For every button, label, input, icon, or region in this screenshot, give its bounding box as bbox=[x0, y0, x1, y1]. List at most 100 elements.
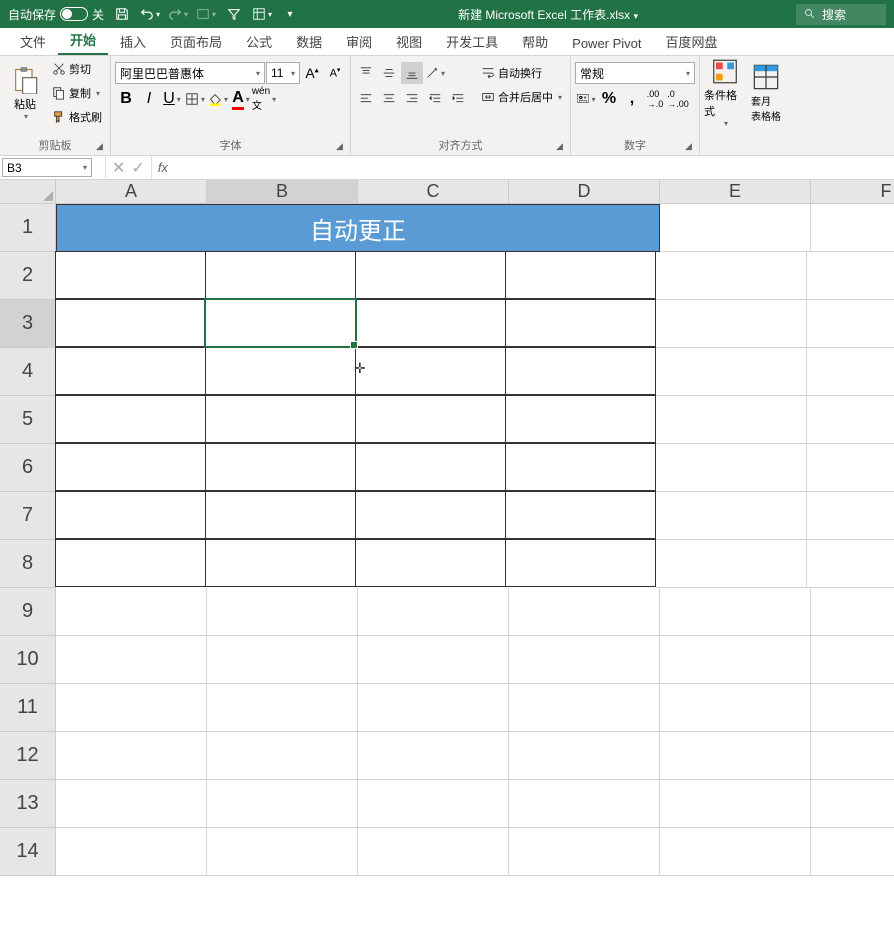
alignment-launcher[interactable]: ◢ bbox=[556, 141, 568, 153]
cell-A12[interactable] bbox=[56, 732, 207, 780]
align-right-button[interactable] bbox=[401, 88, 423, 110]
column-header-F[interactable]: F bbox=[811, 180, 894, 204]
cell-F10[interactable] bbox=[811, 636, 894, 684]
italic-button[interactable]: I bbox=[138, 88, 160, 110]
cell-A5[interactable] bbox=[55, 395, 206, 443]
qat-button-1[interactable]: ▾ bbox=[196, 4, 216, 24]
cell-A4[interactable] bbox=[55, 347, 206, 395]
align-bottom-button[interactable] bbox=[401, 62, 423, 84]
cell-F1[interactable] bbox=[811, 204, 894, 252]
cancel-formula-button[interactable]: ✕ bbox=[112, 158, 125, 178]
row-header-14[interactable]: 14 bbox=[0, 828, 56, 876]
cell-A9[interactable] bbox=[56, 588, 207, 636]
redo-button[interactable]: ▾ bbox=[168, 4, 188, 24]
cell-D13[interactable] bbox=[509, 780, 660, 828]
row-header-2[interactable]: 2 bbox=[0, 252, 56, 300]
cell-E12[interactable] bbox=[660, 732, 811, 780]
column-header-A[interactable]: A bbox=[56, 180, 207, 204]
row-header-7[interactable]: 7 bbox=[0, 492, 56, 540]
cell-F5[interactable] bbox=[807, 396, 894, 444]
decrease-font-button[interactable]: A▾ bbox=[324, 62, 346, 84]
cell-F2[interactable] bbox=[807, 252, 894, 300]
cell-C7[interactable] bbox=[355, 491, 506, 539]
cell-F7[interactable] bbox=[807, 492, 894, 540]
increase-indent-button[interactable] bbox=[447, 88, 469, 110]
cell-E8[interactable] bbox=[656, 540, 807, 588]
tab-review[interactable]: 审阅 bbox=[334, 28, 384, 55]
merged-title-cell[interactable]: 自动更正 bbox=[56, 204, 660, 252]
fx-icon[interactable]: fx bbox=[152, 156, 168, 179]
number-format-combo[interactable]: 常规▾ bbox=[575, 62, 695, 84]
cell-F4[interactable] bbox=[807, 348, 894, 396]
cell-E6[interactable] bbox=[656, 444, 807, 492]
cell-C6[interactable] bbox=[355, 443, 506, 491]
percent-button[interactable]: % bbox=[598, 88, 620, 110]
tab-page-layout[interactable]: 页面布局 bbox=[158, 28, 234, 55]
search-input[interactable]: 搜索 bbox=[796, 4, 886, 25]
row-header-3[interactable]: 3 bbox=[0, 300, 56, 348]
tab-formulas[interactable]: 公式 bbox=[234, 28, 284, 55]
cell-E3[interactable] bbox=[656, 300, 807, 348]
cell-C13[interactable] bbox=[358, 780, 509, 828]
border-button[interactable]: ▾ bbox=[184, 88, 206, 110]
row-header-5[interactable]: 5 bbox=[0, 396, 56, 444]
bold-button[interactable]: B bbox=[115, 88, 137, 110]
cell-D5[interactable] bbox=[505, 395, 656, 443]
cell-F11[interactable] bbox=[811, 684, 894, 732]
cell-E2[interactable] bbox=[656, 252, 807, 300]
qat-customize-button[interactable]: ▾ bbox=[280, 4, 300, 24]
column-header-C[interactable]: C bbox=[358, 180, 509, 204]
cell-B5[interactable] bbox=[205, 395, 356, 443]
phonetic-button[interactable]: wén文▾ bbox=[253, 88, 275, 110]
row-header-6[interactable]: 6 bbox=[0, 444, 56, 492]
cell-E10[interactable] bbox=[660, 636, 811, 684]
paste-button[interactable]: 粘贴▾ bbox=[4, 58, 46, 128]
tab-data[interactable]: 数据 bbox=[284, 28, 334, 55]
cell-E14[interactable] bbox=[660, 828, 811, 876]
cell-C14[interactable] bbox=[358, 828, 509, 876]
comma-button[interactable]: , bbox=[621, 88, 643, 110]
cell-E11[interactable] bbox=[660, 684, 811, 732]
cell-E4[interactable] bbox=[656, 348, 807, 396]
cell-D7[interactable] bbox=[505, 491, 656, 539]
cell-B4[interactable] bbox=[205, 347, 356, 395]
autosave-toggle[interactable]: 自动保存 关 bbox=[8, 6, 104, 23]
tab-help[interactable]: 帮助 bbox=[510, 28, 560, 55]
tab-developer[interactable]: 开发工具 bbox=[434, 28, 510, 55]
cell-F6[interactable] bbox=[807, 444, 894, 492]
filter-icon[interactable] bbox=[224, 4, 244, 24]
column-header-D[interactable]: D bbox=[509, 180, 660, 204]
cell-C5[interactable] bbox=[355, 395, 506, 443]
wrap-text-button[interactable]: 自动换行 bbox=[477, 62, 566, 84]
cell-D11[interactable] bbox=[509, 684, 660, 732]
format-table-button[interactable]: 套月 表格格 bbox=[748, 58, 784, 128]
cell-F3[interactable] bbox=[807, 300, 894, 348]
cell-B7[interactable] bbox=[205, 491, 356, 539]
cell-D8[interactable] bbox=[505, 539, 656, 587]
formula-input[interactable] bbox=[168, 156, 894, 179]
merge-center-button[interactable]: 合并后居中▾ bbox=[477, 86, 566, 108]
cell-C11[interactable] bbox=[358, 684, 509, 732]
font-launcher[interactable]: ◢ bbox=[336, 141, 348, 153]
cell-A11[interactable] bbox=[56, 684, 207, 732]
increase-decimal-button[interactable]: .00→.0 bbox=[644, 88, 666, 110]
cell-F13[interactable] bbox=[811, 780, 894, 828]
tab-insert[interactable]: 插入 bbox=[108, 28, 158, 55]
row-header-11[interactable]: 11 bbox=[0, 684, 56, 732]
cell-B9[interactable] bbox=[207, 588, 358, 636]
format-painter-button[interactable]: 格式刷 bbox=[48, 106, 106, 128]
cell-A13[interactable] bbox=[56, 780, 207, 828]
enter-formula-button[interactable]: ✓ bbox=[131, 158, 144, 178]
cell-C12[interactable] bbox=[358, 732, 509, 780]
row-header-10[interactable]: 10 bbox=[0, 636, 56, 684]
cell-C8[interactable] bbox=[355, 539, 506, 587]
cell-E13[interactable] bbox=[660, 780, 811, 828]
cell-B6[interactable] bbox=[205, 443, 356, 491]
cell-B10[interactable] bbox=[207, 636, 358, 684]
cell-B8[interactable] bbox=[205, 539, 356, 587]
align-middle-button[interactable] bbox=[378, 62, 400, 84]
copy-button[interactable]: 复制▾ bbox=[48, 82, 106, 104]
row-header-4[interactable]: 4 bbox=[0, 348, 56, 396]
align-center-button[interactable] bbox=[378, 88, 400, 110]
tab-file[interactable]: 文件 bbox=[8, 28, 58, 55]
